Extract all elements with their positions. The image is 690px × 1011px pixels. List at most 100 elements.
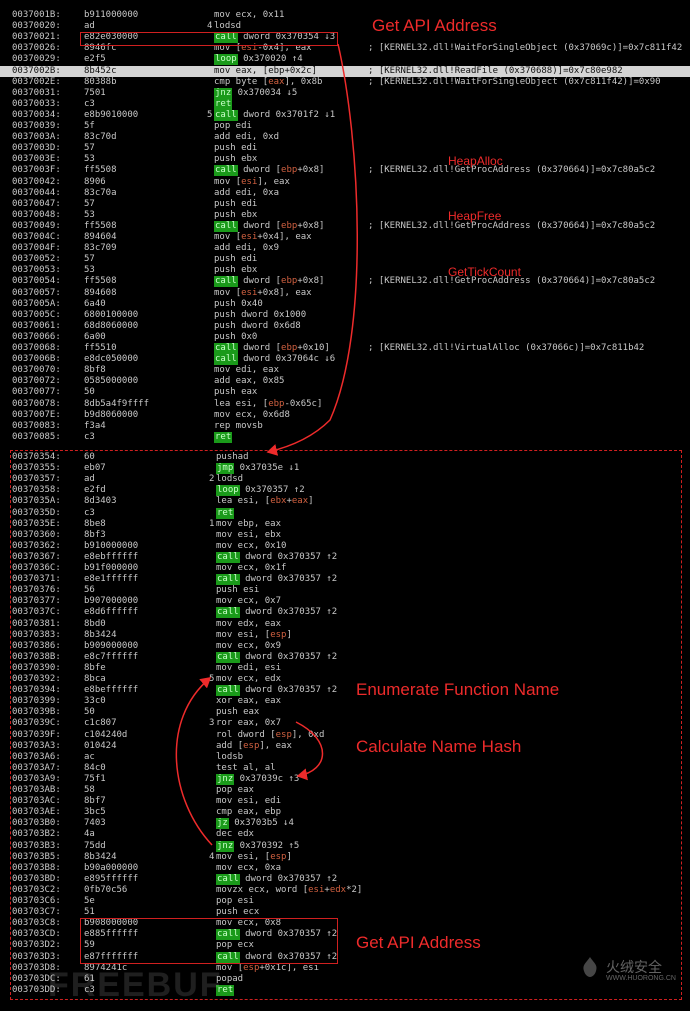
listing-row[interactable]: 00370042: 8906 mov [esi], eax (0, 177, 690, 188)
row-branch-mnemonic: call (214, 109, 238, 121)
listing-row[interactable]: 00370061: 68d8060000 push dword 0x6d8 (0, 321, 690, 332)
row-address: 00370026: (12, 43, 61, 54)
row-bytes: e8b9010000 (84, 109, 139, 120)
row-comment: ; [KERNEL32.dll!WaitForSingleObject (0x3… (368, 43, 683, 54)
watermark-brand-url: WWW.HUORONG.CN (606, 975, 676, 982)
listing-row[interactable]: 0037003A: 83c70d add edi, 0xd (0, 132, 690, 143)
listing-row[interactable]: 0037005A: 6a40 push 0x40 (0, 299, 690, 310)
huorong-logo-icon (578, 955, 602, 979)
row-branch-target: dword [ebp+0x8] (237, 276, 325, 287)
listing-row[interactable]: 0037004F: 83c709 add edi, 0x9 (0, 243, 690, 254)
row-instruction: push ebx (214, 265, 258, 276)
row-address: 00370042: (12, 176, 61, 187)
listing-row[interactable]: 00370048: 53 push ebx (0, 210, 690, 221)
row-branch-mnemonic: ret (214, 431, 233, 443)
row-bytes: 50 (84, 387, 95, 398)
row-address: 0037003D: (12, 143, 61, 154)
listing-row[interactable]: 00370057: 894608 mov [esi+0x8], eax (0, 288, 690, 299)
row-address: 0037004F: (12, 243, 61, 254)
row-branch-target: 0x370034 ↓5 (232, 87, 298, 98)
listing-row[interactable]: 00370072: 0585000000 add eax, 0x85 (0, 376, 690, 387)
listing-row[interactable]: 00370083: f3a4 rep movsb (0, 421, 690, 432)
listing-row[interactable]: 0037006B: e8dc050000 call dword 0x37064c ↓… (0, 354, 690, 366)
listing-row[interactable]: 0037003D: 57 push edi (0, 143, 690, 154)
listing-row[interactable]: 00370049: ff5508 call dword [ebp+0x8] ; [KE… (0, 220, 690, 232)
row-address: 00370070: (12, 365, 61, 376)
listing-row[interactable]: 00370068: ff5510 call dword [ebp+0x10] ; [K… (0, 343, 690, 354)
row-address: 00370052: (12, 254, 61, 265)
row-address: 00370048: (12, 209, 61, 220)
row-branch-target: 0x370020 ↑4 (237, 54, 303, 65)
listing-row[interactable]: 00370034: e8b9010000 5 call dword 0x3701f2 … (0, 109, 690, 121)
listing-row[interactable]: 00370020: ad 4 lodsd (0, 21, 690, 32)
row-address: 00370044: (12, 187, 61, 198)
listing-row[interactable]: 00370052: 57 push edi (0, 254, 690, 265)
row-comment: ; [KERNEL32.dll!GetProcAddress (0x370664… (368, 220, 656, 231)
listing-row[interactable]: 00370053: 53 push ebx (0, 265, 690, 276)
listing-row[interactable]: 00370085: c3 ret (0, 431, 690, 443)
row-address: 00370033: (12, 98, 61, 109)
row-instruction: push dword 0x1000 (214, 309, 307, 320)
row-address: 00370077: (12, 387, 61, 398)
row-branch-mnemonic: call (214, 343, 238, 354)
listing-row[interactable]: 0037003E: 53 push ebx (0, 154, 690, 165)
listing-row[interactable]: 0037005C: 6800100000 push dword 0x1000 (0, 310, 690, 321)
row-address: 0037004C: (12, 232, 61, 242)
row-bytes: 68d8060000 (84, 320, 139, 331)
row-address: 00370054: (12, 276, 61, 287)
listing-row[interactable]: 00370054: ff5508 call dword [ebp+0x8]; [KE… (0, 276, 690, 288)
row-address: 0037003A: (12, 132, 61, 143)
row-bytes: 894608 (84, 287, 117, 298)
row-bytes: 57 (84, 254, 95, 265)
listing-row[interactable]: 00370077: 50 push eax (0, 387, 690, 398)
row-instruction: mov [esi], eax (214, 176, 290, 187)
row-instruction: mov eax, [ebp+0x2c] (214, 65, 317, 76)
row-branch-mnemonic: call (214, 220, 238, 232)
listing-row[interactable]: 0037004C: 894604 mov [esi+0x4], eax (0, 232, 690, 243)
row-address: 00370029: (12, 54, 61, 65)
row-bytes: 894604 (84, 232, 117, 242)
get-api-label-top: Get API Address (372, 16, 497, 35)
row-address: 00370021: (12, 32, 61, 43)
row-instruction: mov [esi+0x4], eax (214, 232, 312, 242)
row-comment: ; [KERNEL32.dll!ReadFile (0x370688)]=0x7… (368, 65, 623, 76)
row-bytes: b9d8060000 (84, 409, 139, 420)
enumerate-function-name-label: Enumerate Function Name (356, 680, 560, 699)
row-bytes: 0585000000 (84, 376, 139, 387)
listing-row[interactable]: 00370047: 57 push edi (0, 199, 690, 210)
row-branch-target: dword [ebp+0x10] (237, 343, 330, 353)
row-branch-mnemonic: call (214, 354, 238, 366)
row-address: 0037006B: (12, 354, 61, 365)
row-instruction: push ebx (214, 209, 258, 220)
row-instruction: add edi, 0x9 (214, 243, 280, 254)
listing-row[interactable]: 00370066: 6a00 push 0x0 (0, 332, 690, 343)
row-address: 00370047: (12, 198, 61, 209)
listing-row[interactable]: 00370044: 83c70a add edi, 0xa (0, 188, 690, 199)
listing-row[interactable]: 00370033: c3 ret (0, 98, 690, 110)
row-bytes: f3a4 (84, 420, 106, 431)
row-address: 00370085: (12, 431, 61, 442)
row-bytes: ff5510 (84, 343, 117, 353)
listing-row[interactable]: 00370029: e2f5 loop 0x370020 ↑4 (0, 54, 690, 66)
row-instruction: mov edi, eax (214, 365, 280, 376)
row-instruction: push edi (214, 254, 258, 265)
listing-row[interactable]: 0037002B: 8b452c mov eax, [ebp+0x2c] ; [KER… (0, 65, 690, 77)
listing-row[interactable]: 0037003F: ff5508 call dword [ebp+0x8] ; [KE… (0, 165, 690, 177)
listing-row[interactable]: 00370070: 8bf8 mov edi, eax (0, 365, 690, 376)
row-instruction: mov ecx, 0x11 (214, 10, 285, 20)
listing-row[interactable]: 0037007E: b9d8060000 mov ecx, 0x6d8 (0, 410, 690, 421)
row-instruction: add edi, 0xd (214, 132, 280, 143)
row-address: 00370039: (12, 121, 61, 131)
row-instruction: push 0x40 (214, 298, 263, 309)
row-address: 00370078: (12, 398, 61, 409)
row-instruction: lea esi, [ebp-0x65c] (214, 398, 323, 409)
listing-row[interactable]: 00370078: 8db5a4f9ffff lea esi, [ebp-0x65c… (0, 399, 690, 410)
row-address: 00370053: (12, 265, 61, 276)
listing-row[interactable]: 00370031: 7501 jnz 0x370034 ↓5 (0, 87, 690, 99)
listing-row[interactable]: 00370039: 5f pop edi (0, 121, 690, 132)
listing-row[interactable]: 0037001B: b911000000 mov ecx, 0x11 (0, 10, 690, 21)
row-instruction: mov [esi+0x8], eax (214, 287, 312, 298)
row-bytes: ff5508 (84, 165, 117, 176)
row-bytes: c3 (84, 431, 95, 442)
listing-row[interactable]: 0037002E: 80388b cmp byte [eax], 0x8b ; [KE… (0, 77, 690, 88)
